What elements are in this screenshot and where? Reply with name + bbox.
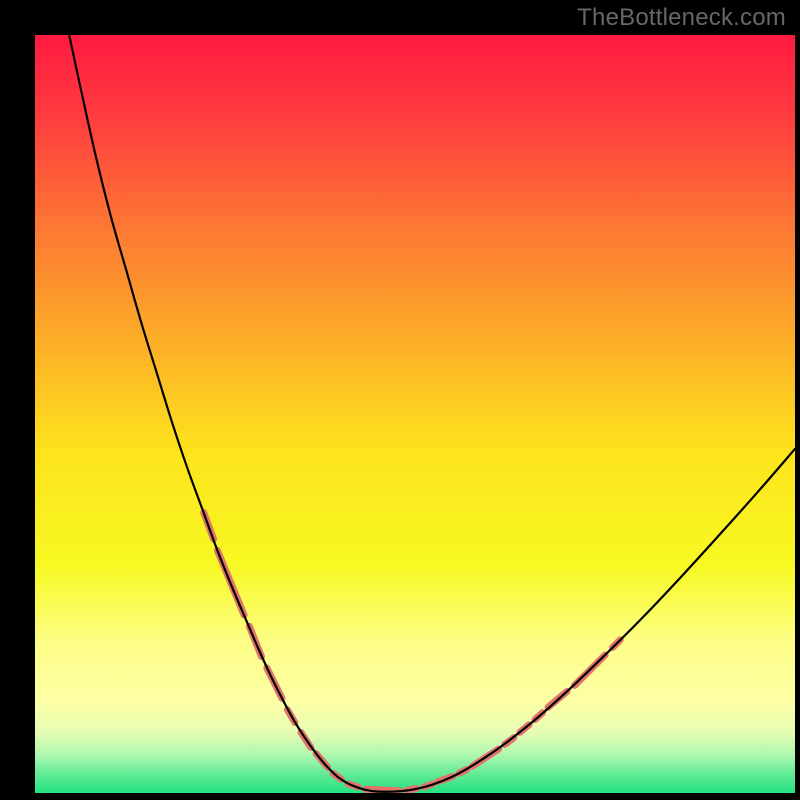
watermark-text: TheBottleneck.com <box>577 4 786 32</box>
chart-frame: TheBottleneck.com <box>0 0 800 800</box>
plot-area <box>35 35 795 793</box>
plot-svg <box>35 35 795 793</box>
gradient-background <box>35 35 795 793</box>
